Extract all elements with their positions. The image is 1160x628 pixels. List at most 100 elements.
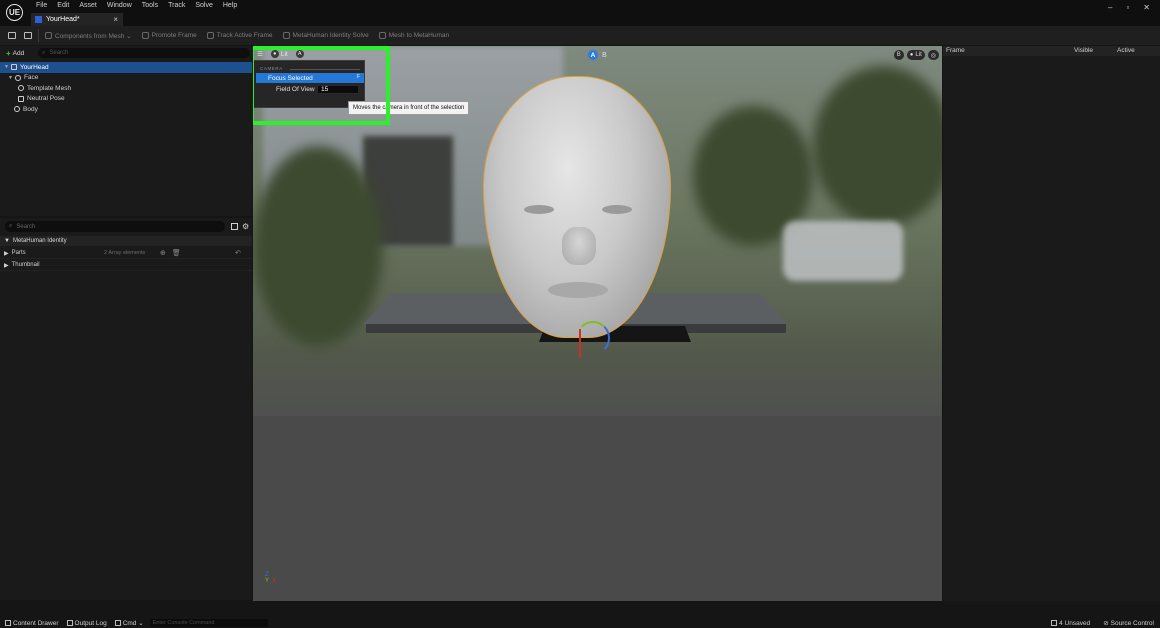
viewport-right-controls: B ● Lit ◎	[893, 50, 939, 60]
lit-mode-icon: ●	[909, 52, 914, 58]
source-control-icon: ⊘	[1103, 620, 1109, 627]
mesh-to-metahuman-label: Mesh to MetaHuman	[388, 32, 450, 39]
outliner-search-placeholder: Search	[49, 50, 69, 56]
head-mesh[interactable]	[483, 76, 671, 338]
tree-item-face[interactable]: ▼ Face	[0, 73, 252, 84]
tree-item-yourhead[interactable]: ▼ YourHead	[0, 62, 252, 73]
track-active-frame-button[interactable]: Track Active Frame	[206, 32, 273, 39]
column-frame[interactable]: Frame	[946, 47, 965, 54]
browse-icon[interactable]	[24, 32, 32, 39]
tree-item-body[interactable]: Body	[0, 104, 252, 115]
view-a-toggle[interactable]: A	[588, 50, 598, 60]
maximize-button[interactable]: ▫	[1126, 3, 1129, 12]
menu-file[interactable]: File	[31, 2, 52, 9]
property-label: Thumbnail	[11, 262, 40, 268]
grid-view-icon[interactable]	[231, 223, 238, 230]
tree-item-label: Face	[23, 74, 39, 82]
toolbar-divider	[38, 29, 39, 42]
gizmo-x-axis[interactable]	[579, 329, 581, 357]
minimize-button[interactable]: –	[1108, 3, 1112, 12]
trash-icon[interactable]: 🗑	[172, 249, 181, 257]
menu-solve[interactable]: Solve	[190, 2, 218, 9]
array-actions: ⊕ 🗑	[160, 249, 181, 257]
close-window-button[interactable]: ✕	[1143, 3, 1150, 12]
unreal-logo-icon[interactable]: UE	[6, 4, 23, 21]
components-outliner: + Add ⌕ Search ▼ YourHead ▼ Face Templat…	[0, 46, 252, 216]
close-tab-icon[interactable]: ×	[113, 15, 118, 24]
components-from-mesh-button[interactable]: Components from Mesh ⌄	[45, 32, 132, 40]
menu-window[interactable]: Window	[102, 2, 137, 9]
details-search-input[interactable]: ⌕ Search	[5, 221, 225, 232]
menu-track[interactable]: Track	[163, 2, 190, 9]
collapse-arrow-icon[interactable]: ▼	[8, 75, 13, 81]
view-b-mode-button[interactable]: ● Lit	[906, 50, 925, 60]
menu-edit[interactable]: Edit	[52, 2, 74, 9]
pose-icon	[18, 95, 24, 102]
ab-view-toggle: A B	[588, 50, 607, 60]
output-log-button[interactable]: Output Log	[66, 619, 107, 627]
console-command-input[interactable]: Enter Console Command	[149, 619, 268, 627]
menu-tools[interactable]: Tools	[137, 2, 163, 9]
axis-x-label: X	[272, 578, 277, 584]
cmd-label: Cmd ⌄	[122, 620, 144, 627]
solve-icon	[282, 32, 290, 39]
axis-indicator: Z Y X	[265, 572, 276, 584]
tree-item-label: Template Mesh	[27, 84, 72, 92]
tree-item-label: Body	[23, 105, 38, 113]
property-parts[interactable]: ▶ Parts 2 Array elements ⊕ 🗑 ↶	[0, 248, 252, 259]
column-visible[interactable]: Visible	[1074, 47, 1093, 54]
property-value: 2 Array elements	[104, 250, 146, 256]
column-active[interactable]: Active	[1117, 47, 1135, 54]
body-icon	[14, 106, 20, 113]
menu-asset[interactable]: Asset	[74, 2, 102, 9]
collapse-arrow-icon[interactable]: ▼	[4, 64, 9, 70]
add-component-button[interactable]: + Add	[6, 49, 24, 58]
property-thumbnail[interactable]: ▶ Thumbnail	[0, 260, 252, 271]
collapse-arrow-icon: ▼	[4, 238, 10, 244]
tree-item-neutral-pose[interactable]: Neutral Pose	[0, 94, 252, 105]
view-b-options[interactable]: B	[893, 50, 904, 60]
expand-arrow-icon[interactable]: ▶	[4, 262, 9, 269]
track-icon	[206, 32, 214, 39]
background-tree	[813, 66, 942, 226]
unsaved-label: 4 Unsaved	[1059, 619, 1091, 627]
details-search-placeholder: Search	[16, 223, 36, 230]
face-icon	[14, 74, 21, 81]
unsaved-icon	[1051, 620, 1058, 626]
viewport[interactable]: ☰ ● Lit A A B B ● Lit ◎ CAMERA Focus Sel…	[253, 46, 942, 601]
content-drawer-button[interactable]: Content Drawer	[5, 620, 59, 627]
component-tree: ▼ YourHead ▼ Face Template Mesh Neutral …	[0, 62, 252, 115]
transform-gizmo[interactable]	[576, 321, 610, 355]
left-eye	[524, 205, 554, 214]
identity-asset-icon	[35, 16, 42, 23]
camera-options-icon[interactable]: ◎	[927, 50, 939, 60]
tree-item-template-mesh[interactable]: Template Mesh	[0, 83, 252, 94]
output-log-icon	[66, 620, 73, 626]
unsaved-button[interactable]: 4 Unsaved	[1051, 620, 1090, 627]
promote-frame-label: Promote Frame	[151, 32, 197, 39]
details-panel: ⌕ Search ⚙ ▼ MetaHuman Identity ▶ Parts …	[0, 218, 252, 600]
save-icon[interactable]	[8, 32, 16, 39]
document-tab-label: YourHead*	[46, 16, 80, 23]
track-active-frame-label: Track Active Frame	[216, 32, 273, 39]
cmd-dropdown[interactable]: Cmd ⌄	[114, 619, 144, 627]
add-element-icon[interactable]: ⊕	[160, 249, 166, 257]
identity-icon	[10, 64, 17, 71]
identity-solve-button[interactable]: MetaHuman Identity Solve	[282, 32, 369, 39]
reset-icon[interactable]: ↶	[235, 249, 241, 257]
view-b-toggle[interactable]: B	[602, 52, 607, 59]
tree-item-label: Neutral Pose	[27, 95, 65, 103]
gear-icon[interactable]: ⚙	[242, 222, 249, 231]
mesh-to-metahuman-button[interactable]: Mesh to MetaHuman	[378, 32, 450, 39]
document-tab[interactable]: YourHead* ×	[31, 13, 123, 26]
output-log-label: Output Log	[74, 619, 107, 627]
status-bar: Content Drawer Output Log Cmd ⌄ Enter Co…	[0, 618, 1160, 628]
section-header-metahuman-identity[interactable]: ▼ MetaHuman Identity	[0, 236, 252, 246]
source-control-button[interactable]: ⊘ Source Control	[1103, 619, 1154, 628]
menu-help[interactable]: Help	[218, 2, 242, 9]
expand-arrow-icon[interactable]: ▶	[4, 250, 9, 257]
promote-frame-button[interactable]: Promote Frame	[141, 32, 197, 39]
outliner-search-input[interactable]: ⌕ Search	[38, 48, 250, 58]
components-from-mesh-label: Components from Mesh ⌄	[55, 32, 132, 40]
property-label: Parts	[11, 250, 26, 256]
